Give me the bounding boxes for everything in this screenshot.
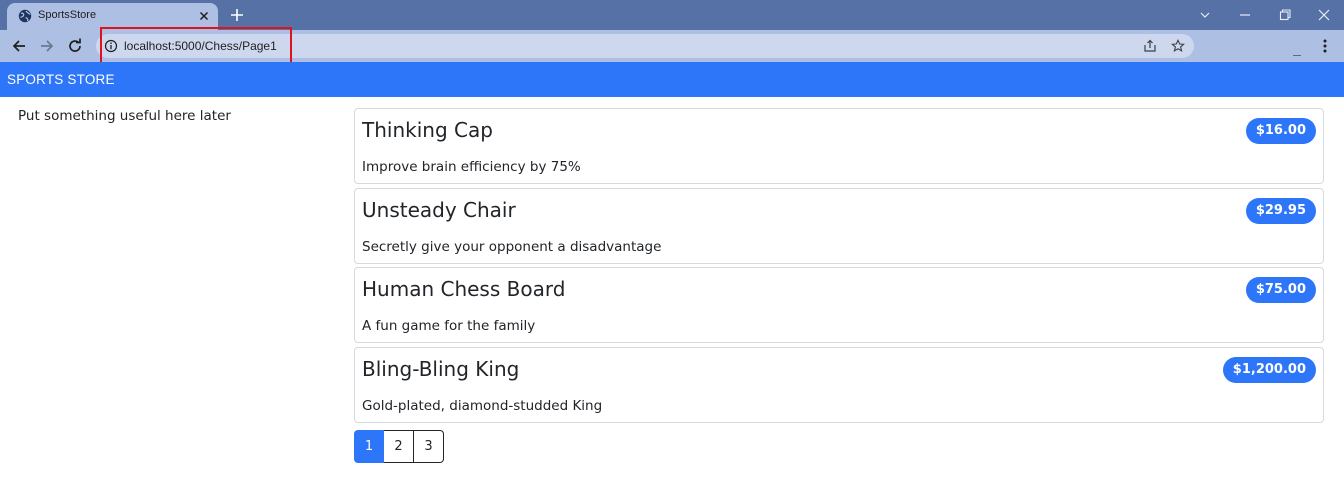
price-badge: $1,200.00 [1222, 356, 1316, 383]
tab-title: SportsStore [38, 9, 97, 21]
url-highlight-box [100, 27, 292, 64]
forward-arrow-icon[interactable] [38, 37, 56, 55]
page-button-2[interactable]: 2 [384, 430, 414, 463]
product-name: Bling-Bling King [362, 356, 520, 381]
product-card: Thinking Cap $16.00 Improve brain effici… [354, 108, 1324, 184]
page-button-1[interactable]: 1 [354, 430, 384, 463]
minimize-icon[interactable] [1235, 5, 1255, 25]
product-card: Unsteady Chair $29.95 Secretly give your… [354, 187, 1324, 264]
navbar: SPORTS STORE [0, 62, 1344, 97]
product-name: Unsteady Chair [362, 197, 516, 222]
brand-title[interactable]: SPORTS STORE [7, 72, 115, 87]
globe-icon [18, 9, 32, 23]
product-description: Gold-plated, diamond-studded King [362, 397, 603, 414]
product-name: Thinking Cap [362, 118, 493, 142]
close-icon[interactable] [196, 8, 212, 24]
page-button-3[interactable]: 3 [414, 430, 444, 463]
share-icon[interactable] [1143, 39, 1157, 53]
browser-tab[interactable]: SportsStore [7, 3, 218, 30]
product-description: Improve brain efficiency by 75% [362, 159, 581, 175]
browser-tabstrip: SportsStore [0, 0, 1344, 30]
product-list: Thinking Cap $16.00 Improve brain effici… [354, 108, 1324, 426]
price-badge: $75.00 [1245, 277, 1316, 303]
close-window-icon[interactable] [1314, 5, 1334, 25]
product-description: Secretly give your opponent a disadvanta… [362, 238, 662, 255]
product-card: Human Chess Board $75.00 A fun game for … [354, 267, 1324, 343]
product-card: Bling-Bling King $1,200.00 Gold-plated, … [354, 346, 1324, 423]
product-name: Human Chess Board [362, 277, 566, 301]
reload-icon[interactable] [66, 37, 84, 55]
sidebar-placeholder: Put something useful here later [18, 108, 231, 124]
price-badge: $29.95 [1245, 197, 1316, 224]
kebab-menu-icon[interactable] [1318, 38, 1332, 54]
chevron-down-icon[interactable] [1195, 5, 1215, 25]
product-description: A fun game for the family [362, 318, 536, 334]
price-badge: $16.00 [1245, 118, 1316, 144]
plus-icon[interactable] [228, 6, 246, 24]
restore-icon[interactable] [1275, 5, 1295, 25]
star-icon[interactable] [1171, 39, 1185, 53]
profile-indicator[interactable] [1293, 55, 1301, 56]
pagination: 1 2 3 [354, 430, 444, 463]
back-arrow-icon[interactable] [10, 37, 28, 55]
